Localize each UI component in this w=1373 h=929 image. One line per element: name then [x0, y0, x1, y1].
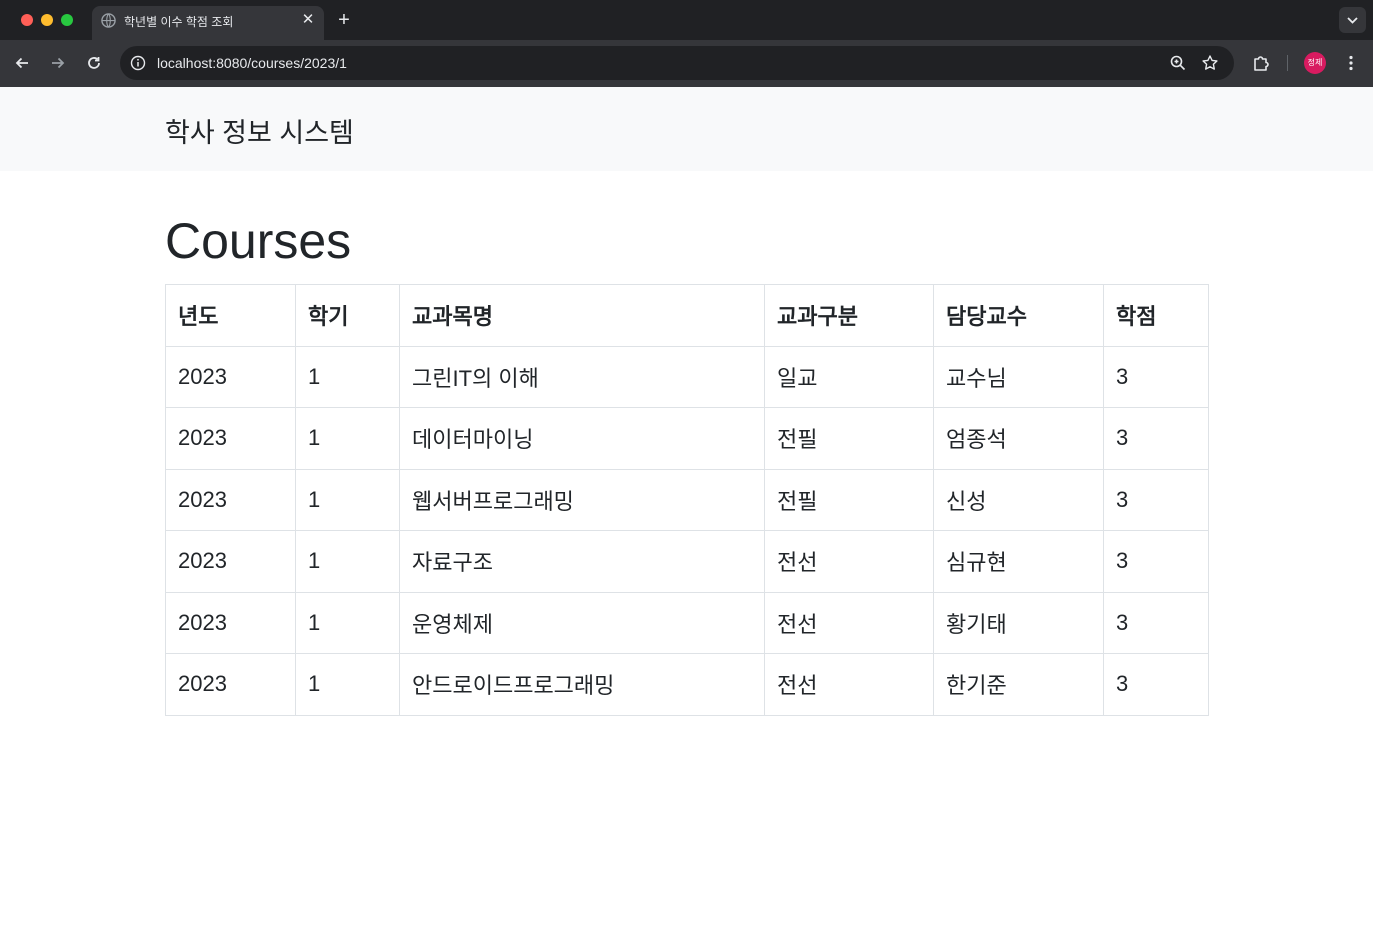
- forward-arrow-icon[interactable]: [48, 53, 68, 73]
- column-header-course-type: 교과구분: [764, 284, 934, 347]
- cell-course-type: 전선: [764, 530, 934, 593]
- cell-professor: 신성: [933, 468, 1104, 531]
- window-zoom-button[interactable]: [61, 14, 73, 26]
- cell-professor: 교수님: [933, 345, 1104, 408]
- cell-semester: 1: [295, 530, 400, 593]
- extensions-puzzle-icon[interactable]: [1251, 53, 1271, 73]
- more-menu-icon[interactable]: [1341, 53, 1361, 73]
- table-row: 2023 1 자료구조 전선 심규현 3: [165, 530, 1209, 593]
- courses-table-container: 년도 학기 교과목명 교과구분 담당교수 학점 2023 1 그린IT의 이해 …: [165, 284, 1209, 716]
- zoom-icon[interactable]: [1169, 54, 1187, 72]
- column-header-course-name: 교과목명: [399, 284, 765, 347]
- cell-course-type: 전필: [764, 407, 934, 470]
- cell-professor: 심규현: [933, 530, 1104, 593]
- table-row: 2023 1 데이터마이닝 전필 엄종석 3: [165, 407, 1209, 470]
- close-tab-icon[interactable]: ✕: [300, 12, 316, 28]
- cell-year: 2023: [165, 530, 296, 593]
- url-text[interactable]: localhost:8080/courses/2023/1: [157, 55, 347, 71]
- cell-credits: 3: [1103, 345, 1209, 408]
- cell-course-type: 전선: [764, 653, 934, 716]
- address-bar[interactable]: localhost:8080/courses/2023/1: [120, 46, 1234, 80]
- cell-course-name: 안드로이드프로그래밍: [399, 653, 765, 716]
- cell-course-name: 운영체제: [399, 591, 765, 654]
- page-title: Courses: [165, 213, 352, 269]
- cell-credits: 3: [1103, 591, 1209, 654]
- cell-credits: 3: [1103, 653, 1209, 716]
- cell-year: 2023: [165, 591, 296, 654]
- chevron-down-icon: [1347, 17, 1358, 24]
- cell-semester: 1: [295, 653, 400, 716]
- window-minimize-button[interactable]: [41, 14, 53, 26]
- column-header-year: 년도: [165, 284, 296, 347]
- cell-course-name: 데이터마이닝: [399, 407, 765, 470]
- table-row: 2023 1 운영체제 전선 황기태 3: [165, 591, 1209, 654]
- cell-year: 2023: [165, 407, 296, 470]
- table-row: 2023 1 그린IT의 이해 일교 교수님 3: [165, 345, 1209, 408]
- cell-course-name: 그린IT의 이해: [399, 345, 765, 408]
- cell-course-type: 전선: [764, 591, 934, 654]
- cell-year: 2023: [165, 468, 296, 531]
- cell-semester: 1: [295, 468, 400, 531]
- table-header-row: 년도 학기 교과목명 교과구분 담당교수 학점: [165, 284, 1209, 347]
- cell-course-type: 전필: [764, 468, 934, 531]
- cell-professor: 엄종석: [933, 407, 1104, 470]
- cell-credits: 3: [1103, 468, 1209, 531]
- column-header-professor: 담당교수: [933, 284, 1104, 347]
- window-close-button[interactable]: [21, 14, 33, 26]
- tab-title: 학년별 이수 학점 조회: [124, 15, 234, 29]
- cell-course-name: 웹서버프로그래밍: [399, 468, 765, 531]
- profile-avatar[interactable]: 정제: [1304, 52, 1326, 74]
- browser-tab-bar: 학년별 이수 학점 조회 ✕ +: [0, 0, 1373, 40]
- table-row: 2023 1 웹서버프로그래밍 전필 신성 3: [165, 468, 1209, 531]
- cell-year: 2023: [165, 653, 296, 716]
- column-header-semester: 학기: [295, 284, 400, 347]
- table-row: 2023 1 안드로이드프로그래밍 전선 한기준 3: [165, 653, 1209, 716]
- column-header-credits: 학점: [1103, 284, 1209, 347]
- reload-icon[interactable]: [84, 53, 104, 73]
- new-tab-button[interactable]: +: [334, 9, 354, 31]
- browser-toolbar: localhost:8080/courses/2023/1 정제: [0, 40, 1373, 87]
- site-info-icon[interactable]: [130, 55, 146, 71]
- cell-year: 2023: [165, 345, 296, 408]
- site-navbar: 학사 정보 시스템: [0, 87, 1373, 171]
- cell-course-name: 자료구조: [399, 530, 765, 593]
- cell-credits: 3: [1103, 407, 1209, 470]
- courses-table: 년도 학기 교과목명 교과구분 담당교수 학점 2023 1 그린IT의 이해 …: [165, 284, 1209, 716]
- browser-tab[interactable]: 학년별 이수 학점 조회 ✕: [92, 6, 324, 40]
- cell-semester: 1: [295, 407, 400, 470]
- cell-course-type: 일교: [764, 345, 934, 408]
- cell-semester: 1: [295, 345, 400, 408]
- globe-icon: [101, 13, 116, 28]
- cell-professor: 한기준: [933, 653, 1104, 716]
- navbar-brand[interactable]: 학사 정보 시스템: [165, 111, 354, 150]
- cell-credits: 3: [1103, 530, 1209, 593]
- cell-professor: 황기태: [933, 591, 1104, 654]
- toolbar-divider: [1287, 55, 1288, 71]
- cell-semester: 1: [295, 591, 400, 654]
- back-arrow-icon[interactable]: [12, 53, 32, 73]
- tab-search-button[interactable]: [1339, 7, 1366, 33]
- bookmark-star-icon[interactable]: [1201, 54, 1219, 72]
